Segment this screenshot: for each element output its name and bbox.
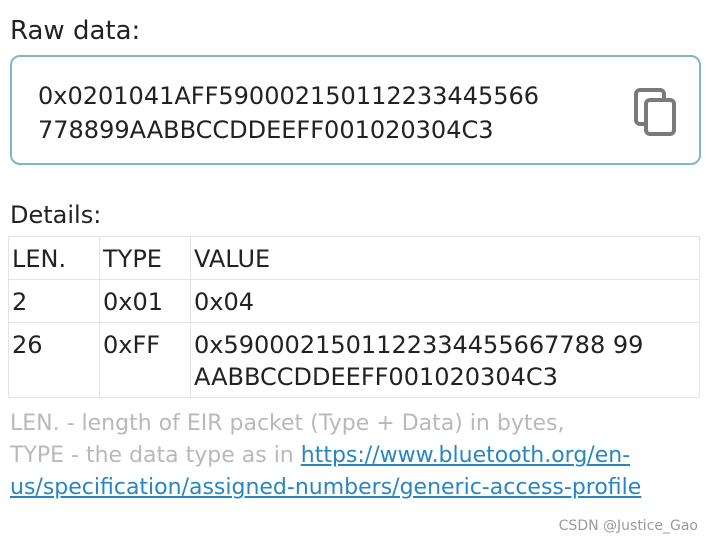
header-type: TYPE	[99, 236, 191, 280]
watermark: CSDN @Justice_Gao	[558, 518, 698, 534]
legend-len: LEN. - length of EIR packet (Type + Data…	[10, 411, 565, 436]
details-table: LEN. TYPE VALUE 2 0x01 0x04 26 0xFF 0x59…	[8, 236, 700, 398]
legend-type: TYPE - the data type as in https://www.b…	[10, 440, 705, 504]
raw-data-title: Raw data:	[10, 16, 141, 46]
header-value: VALUE	[190, 236, 700, 280]
details-header-row: LEN. TYPE VALUE	[8, 236, 700, 280]
raw-data-line-2: 778899AABBCCDDEEFF001020304C3	[38, 116, 494, 144]
row-len: 2	[8, 279, 100, 323]
table-row: 2 0x01 0x04	[8, 279, 700, 323]
header-len: LEN.	[8, 236, 100, 280]
raw-data-value: 0x0201041AFF590002150112233445566 778899…	[38, 79, 628, 147]
row-value-line-2: AABBCCDDEEFF001020304C3	[194, 363, 558, 391]
row-value-line-1: 0x5900021501122334455667788 99	[194, 331, 644, 359]
row-type: 0xFF	[99, 322, 191, 398]
legend-text: LEN. - length of EIR packet (Type + Data…	[10, 408, 705, 504]
details-title: Details:	[10, 201, 102, 229]
raw-data-line-1: 0x0201041AFF590002150112233445566	[38, 82, 540, 110]
table-row: 26 0xFF 0x5900021501122334455667788 99 A…	[8, 322, 700, 398]
legend-type-prefix: TYPE - the data type as in	[10, 443, 301, 468]
raw-data-box: 0x0201041AFF590002150112233445566 778899…	[10, 55, 701, 165]
row-value: 0x04	[190, 279, 700, 323]
row-value: 0x5900021501122334455667788 99 AABBCCDDE…	[190, 322, 700, 398]
row-type: 0x01	[99, 279, 191, 323]
copy-icon[interactable]	[633, 87, 679, 137]
row-len: 26	[8, 322, 100, 398]
